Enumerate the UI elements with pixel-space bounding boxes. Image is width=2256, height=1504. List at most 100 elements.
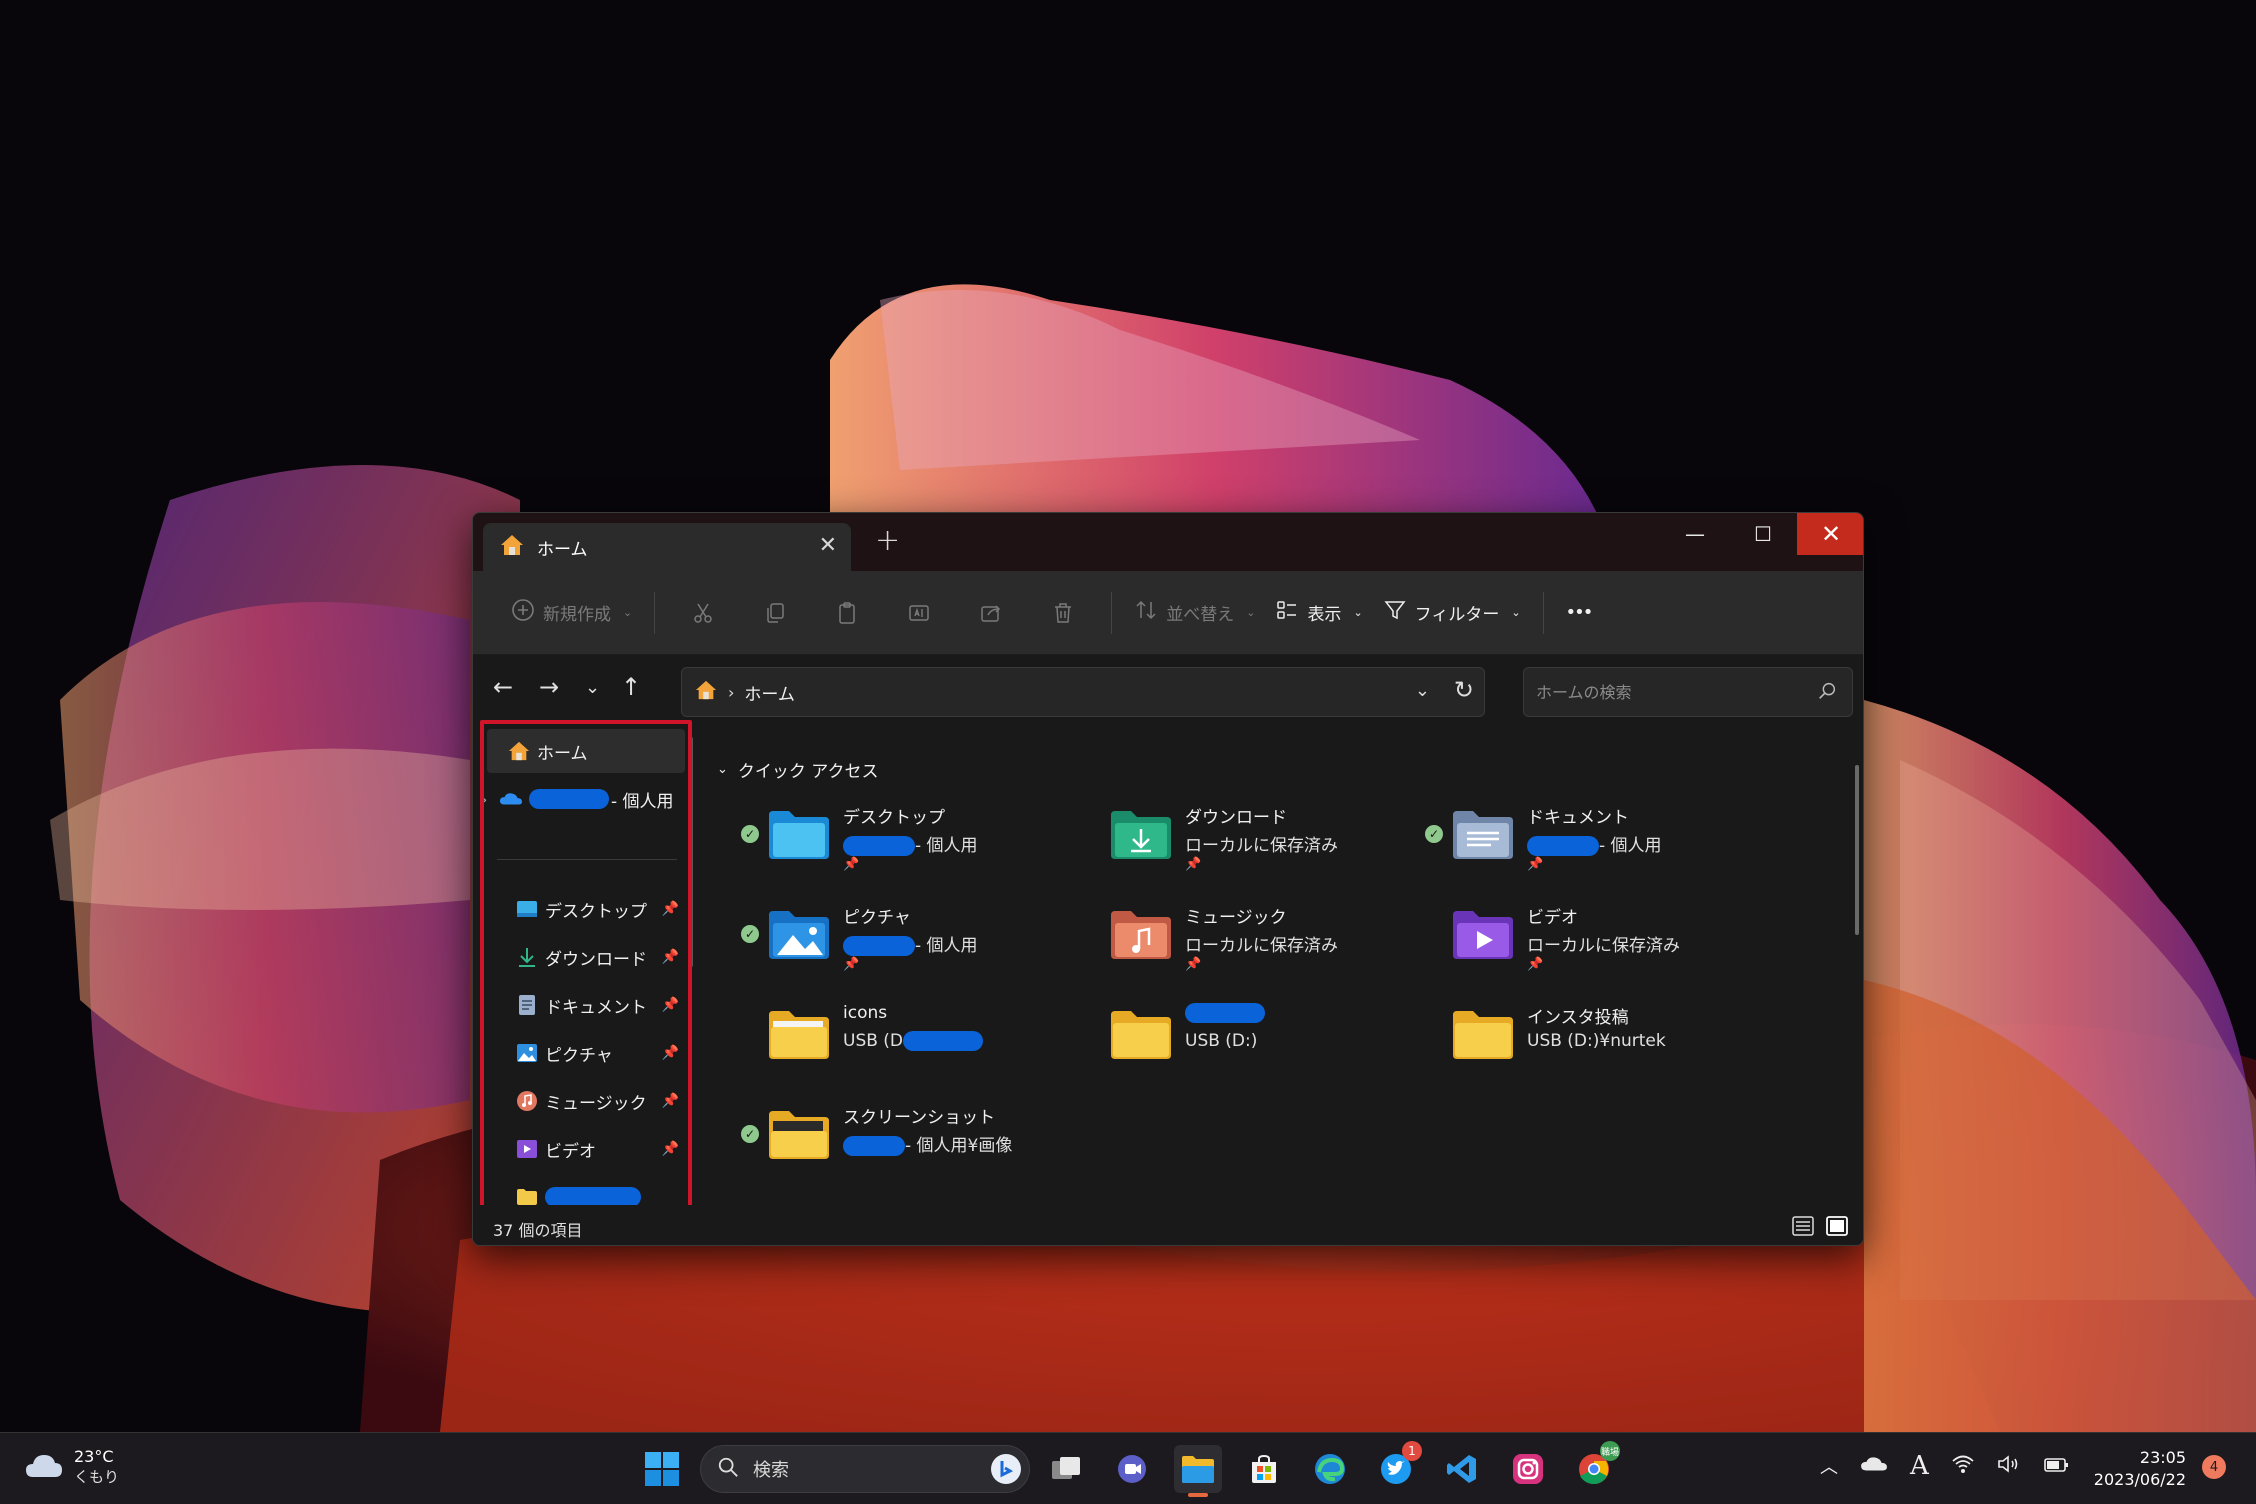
more-icon: ••• [1565,602,1594,623]
clock[interactable]: 23:05 2023/06/22 [2090,1447,2186,1491]
task-view-button[interactable] [1042,1445,1090,1493]
qa-item-desktop[interactable]: ✓ デスクトップ - 個人用 📌 [741,795,1081,875]
chrome-button[interactable]: 職場 [1570,1441,1620,1493]
notification-count-badge[interactable]: 4 [2202,1455,2226,1479]
nav-item-downloads[interactable]: ダウンロード 📌 [487,935,685,979]
vscode-button[interactable] [1438,1445,1486,1493]
filter-button[interactable]: フィルター ⌄ [1373,588,1531,638]
delete-button[interactable] [1043,593,1083,633]
nav-item-music[interactable]: ミュージック 📌 [487,1079,685,1123]
tab-close-icon[interactable]: ✕ [819,533,837,558]
tiles-view-icon[interactable] [1825,1215,1849,1241]
store-icon [1252,1454,1276,1483]
redacted-account-name [529,789,609,809]
nav-item-desktop[interactable]: デスクトップ 📌 [487,887,685,931]
view-layout-icon [1275,598,1299,627]
nav-divider [497,859,677,860]
copy-button[interactable] [755,593,795,633]
nav-item-redacted-folder[interactable] [487,1175,685,1205]
qa-item-icons[interactable]: icons USB (D: [741,995,1081,1075]
rename-button[interactable] [899,593,939,633]
qa-item-pictures[interactable]: ✓ ピクチャ - 個人用 📌 [741,895,1081,975]
ime-indicator[interactable]: A [1910,1451,1929,1481]
new-button[interactable]: 新規作成 ⌄ [501,588,642,638]
minimize-button[interactable]: — [1661,513,1729,555]
home-icon [507,739,531,763]
edge-browser-button[interactable] [1306,1445,1354,1493]
nav-scrollbar[interactable] [689,737,693,967]
clipboard-icon [839,601,855,624]
chevron-up-icon[interactable]: ︿ [1820,1453,1838,1479]
maximize-button[interactable]: ☐ [1729,513,1797,555]
details-view-icon[interactable] [1791,1215,1815,1241]
qa-item-usb-redacted[interactable]: USB (D:) [1083,995,1423,1075]
sort-icon [1134,598,1158,627]
nav-item-videos[interactable]: ビデオ 📌 [487,1127,685,1171]
chat-icon [1118,1455,1146,1483]
music-icon [515,1089,539,1113]
pin-icon: 📌 [1185,857,1202,872]
notification-badge: 1 [1402,1441,1422,1461]
recent-locations-chevron-icon[interactable]: ⌄ [585,677,600,698]
expand-chevron-icon[interactable]: › [481,790,499,809]
qa-item-music[interactable]: ミュージック ローカルに保存済み 📌 [1083,895,1423,975]
qa-item-videos[interactable]: ビデオ ローカルに保存済み 📌 [1425,895,1765,975]
onedrive-cloud-icon[interactable] [1860,1454,1888,1478]
nav-item-home[interactable]: ホーム [487,729,685,773]
view-button[interactable]: 表示 ⌄ [1265,588,1372,638]
bing-icon[interactable] [989,1452,1023,1490]
pin-icon: 📌 [1185,957,1202,972]
pin-icon: 📌 [661,1141,679,1157]
redacted-folder-name [545,1187,641,1205]
desktop-folder-icon [769,811,829,859]
taskbar-search-box[interactable]: 検索 [700,1445,1030,1493]
microsoft-store-button[interactable] [1240,1445,1288,1493]
breadcrumb-home[interactable]: ホーム [744,680,795,705]
qa-item-screenshots[interactable]: ✓ スクリーンショット - 個人用¥画像 [741,1095,1081,1175]
content-scrollbar[interactable] [1855,765,1859,935]
pictures-icon [515,1041,539,1065]
title-bar[interactable]: ホーム ✕ + — ☐ ✕ [473,513,1863,571]
quick-access-header[interactable]: ⌄ クイック アクセス [717,757,878,782]
new-tab-button[interactable]: + [875,523,900,558]
tab-home[interactable]: ホーム ✕ [483,523,851,571]
address-dropdown-icon[interactable]: ⌄ [1415,680,1430,701]
forward-arrow-icon[interactable]: → [539,673,559,701]
paste-button[interactable] [827,593,867,633]
weather-widget[interactable]: 23°C くもり [24,1447,119,1487]
redacted-account-name [843,936,915,956]
nav-item-documents[interactable]: ドキュメント 📌 [487,983,685,1027]
collapse-chevron-icon[interactable]: ⌄ [717,762,728,777]
edge-icon [1315,1454,1345,1484]
nav-item-pictures[interactable]: ピクチャ 📌 [487,1031,685,1075]
start-button[interactable] [644,1451,680,1491]
wifi-icon[interactable] [1951,1454,1975,1479]
back-arrow-icon[interactable]: ← [493,673,513,701]
search-box[interactable] [1523,667,1853,717]
cut-button[interactable] [683,593,723,633]
qa-item-instagram-posts[interactable]: インスタ投稿 USB (D:)¥nurtek [1425,995,1765,1075]
battery-icon[interactable] [2043,1454,2071,1479]
music-folder-icon [1111,911,1171,959]
close-button[interactable]: ✕ [1797,513,1863,555]
search-input[interactable] [1536,682,1796,702]
file-explorer-taskbar-button[interactable] [1174,1445,1222,1497]
teams-chat-button[interactable] [1108,1445,1156,1493]
volume-icon[interactable] [1997,1454,2021,1479]
share-button[interactable] [971,593,1011,633]
refresh-icon[interactable]: ↻ [1454,676,1474,704]
search-icon[interactable] [1816,680,1838,706]
instagram-button[interactable] [1504,1445,1552,1493]
sort-button[interactable]: 並べ替え ⌄ [1124,588,1265,638]
address-bar[interactable]: › ホーム ⌄ ↻ [681,667,1485,717]
nav-item-onedrive[interactable]: › - 個人用 [481,777,679,821]
active-indicator [1188,1493,1208,1497]
more-options-button[interactable]: ••• [1556,588,1602,638]
file-explorer-window: ホーム ✕ + — ☐ ✕ 新規作成 ⌄ 並べ替え ⌄ 表示 ⌄ フィルター ⌄… [472,512,1864,1246]
command-bar: 新規作成 ⌄ 並べ替え ⌄ 表示 ⌄ フィルター ⌄ ••• [473,571,1863,655]
qa-item-downloads[interactable]: ダウンロード ローカルに保存済み 📌 [1083,795,1423,875]
twitter-button[interactable]: 1 [1372,1441,1422,1493]
up-arrow-icon[interactable]: ↑ [621,673,641,701]
qa-item-documents[interactable]: ✓ ドキュメント - 個人用 📌 [1425,795,1765,875]
taskbar: 23°C くもり 検索 1 職場 ︿ A 23:05 2023/06/22 4 [0,1432,2256,1504]
